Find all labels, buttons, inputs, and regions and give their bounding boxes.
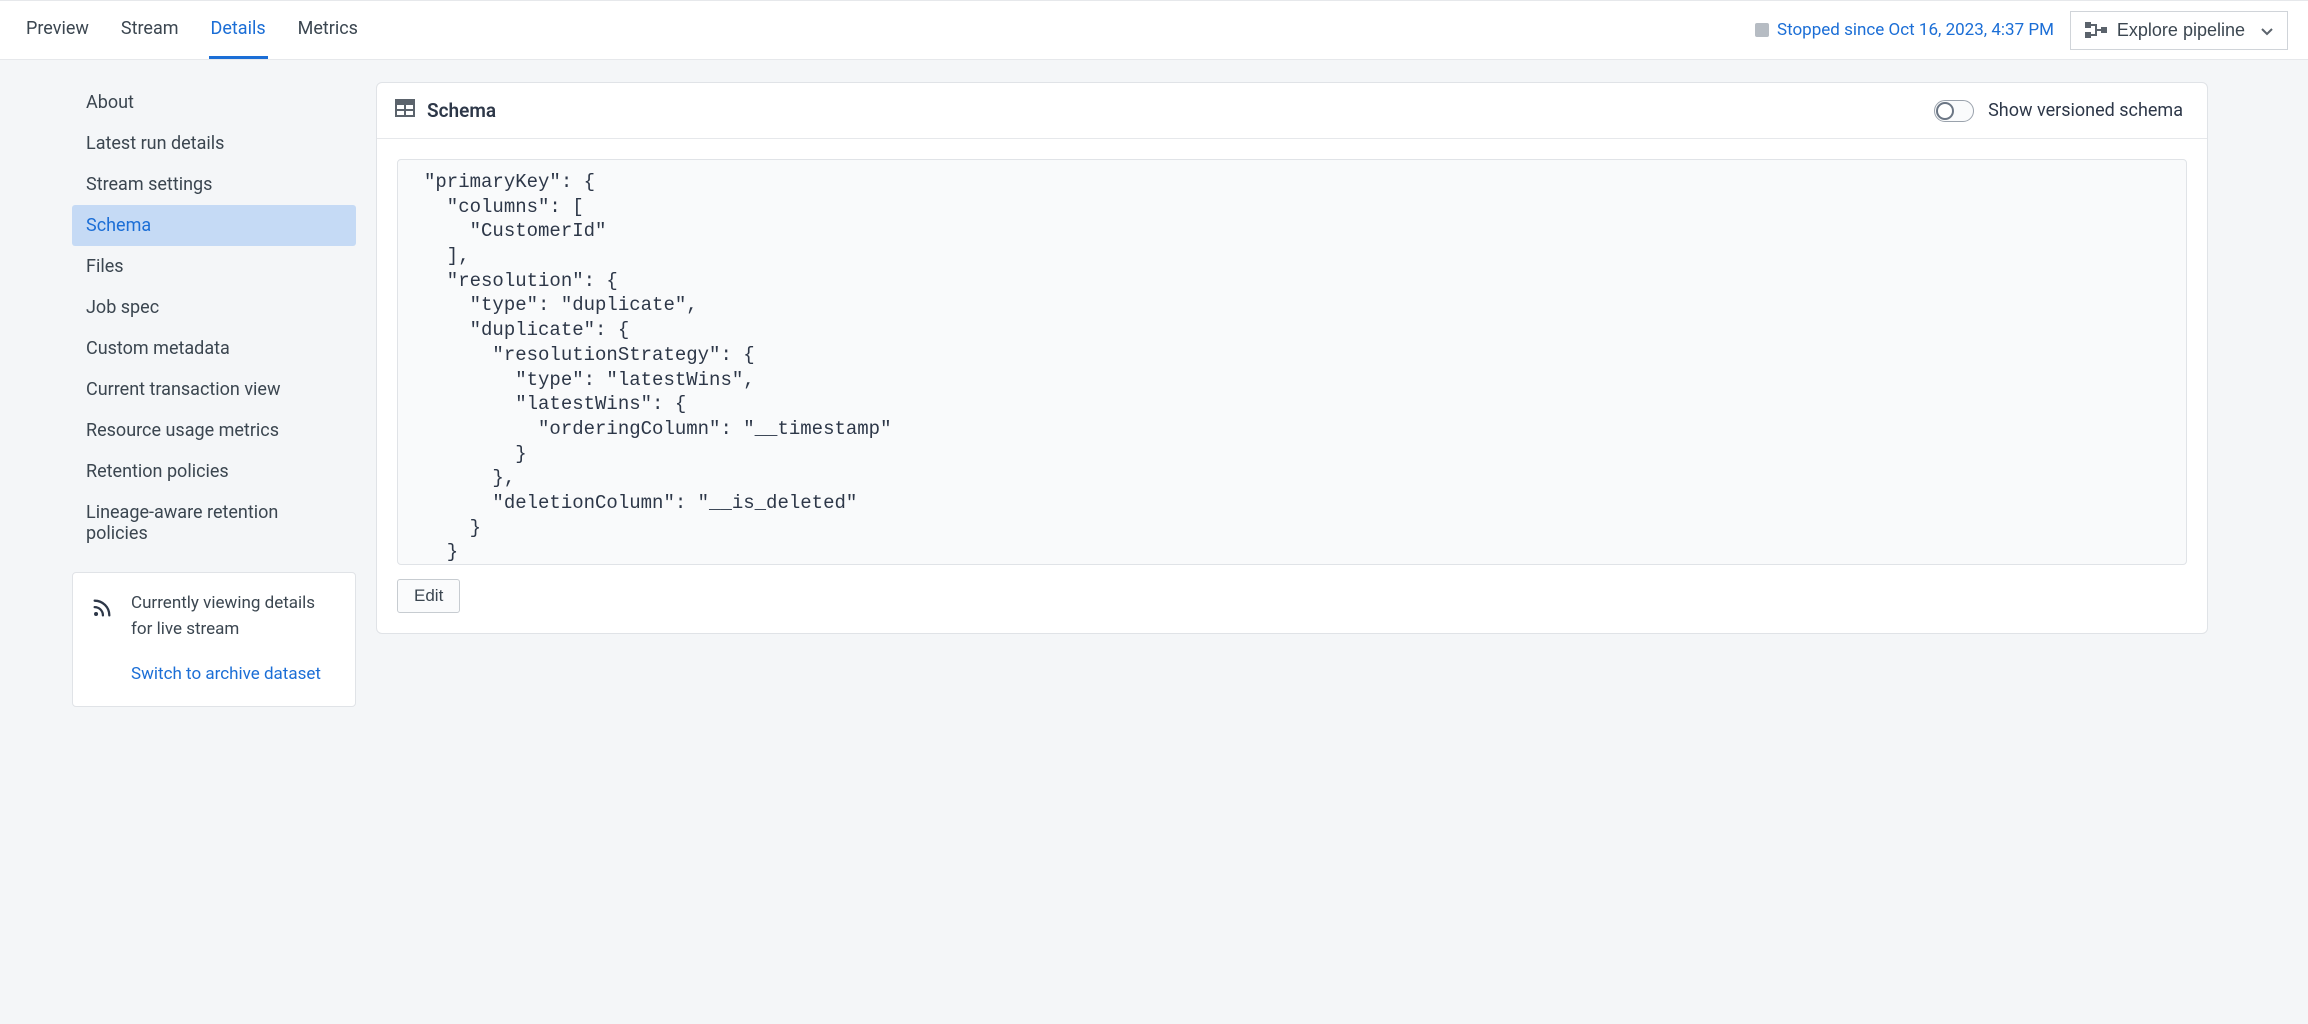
main-layout: AboutLatest run detailsStream settingsSc… <box>0 60 2308 729</box>
sidebar-item-stream-settings[interactable]: Stream settings <box>72 164 356 205</box>
chevron-down-icon <box>2261 20 2273 41</box>
top-bar: Preview Stream Details Metrics Stopped s… <box>0 0 2308 60</box>
table-icon <box>395 99 415 122</box>
live-stream-card: Currently viewing details for live strea… <box>72 572 356 707</box>
sidebar-item-latest-run-details[interactable]: Latest run details <box>72 123 356 164</box>
topbar-right: Stopped since Oct 16, 2023, 4:37 PM Expl… <box>1755 11 2288 50</box>
tab-preview[interactable]: Preview <box>24 1 91 59</box>
tab-metrics[interactable]: Metrics <box>296 1 360 59</box>
sidebar-item-current-transaction-view[interactable]: Current transaction view <box>72 369 356 410</box>
panel-header: Schema Show versioned schema <box>377 83 2207 139</box>
schema-code[interactable]: "primaryKey": { "columns": [ "CustomerId… <box>397 159 2187 565</box>
switch-archive-link[interactable]: Switch to archive dataset <box>131 662 321 688</box>
stream-icon <box>91 597 113 624</box>
stop-icon <box>1755 23 1769 37</box>
panel-title: Schema <box>427 99 496 122</box>
schema-panel: Schema Show versioned schema "primaryKey… <box>376 82 2208 634</box>
live-card-line1: Currently viewing details <box>131 591 321 617</box>
pipeline-status[interactable]: Stopped since Oct 16, 2023, 4:37 PM <box>1755 20 2054 40</box>
sidebar-item-schema[interactable]: Schema <box>72 205 356 246</box>
toggle-label: Show versioned schema <box>1988 100 2183 121</box>
status-text: Stopped since Oct 16, 2023, 4:37 PM <box>1777 20 2054 40</box>
sidebar: AboutLatest run detailsStream settingsSc… <box>0 82 356 707</box>
sidebar-item-about[interactable]: About <box>72 82 356 123</box>
live-card-line2: for live stream <box>131 617 321 643</box>
tab-bar: Preview Stream Details Metrics <box>24 1 360 59</box>
sidebar-item-retention-policies[interactable]: Retention policies <box>72 451 356 492</box>
versioned-schema-toggle[interactable] <box>1934 100 1974 122</box>
sidebar-item-job-spec[interactable]: Job spec <box>72 287 356 328</box>
explore-pipeline-button[interactable]: Explore pipeline <box>2070 11 2288 50</box>
explore-pipeline-label: Explore pipeline <box>2117 20 2245 41</box>
sidebar-item-resource-usage-metrics[interactable]: Resource usage metrics <box>72 410 356 451</box>
sidebar-item-files[interactable]: Files <box>72 246 356 287</box>
tab-stream[interactable]: Stream <box>119 1 181 59</box>
panel-body: "primaryKey": { "columns": [ "CustomerId… <box>377 139 2207 633</box>
sidebar-item-lineage-aware-retention-policies[interactable]: Lineage-aware retention policies <box>72 492 356 554</box>
pipeline-icon <box>2085 21 2107 39</box>
sidebar-item-custom-metadata[interactable]: Custom metadata <box>72 328 356 369</box>
tab-details[interactable]: Details <box>209 1 268 59</box>
toggle-knob <box>1936 102 1954 120</box>
edit-button[interactable]: Edit <box>397 579 460 613</box>
